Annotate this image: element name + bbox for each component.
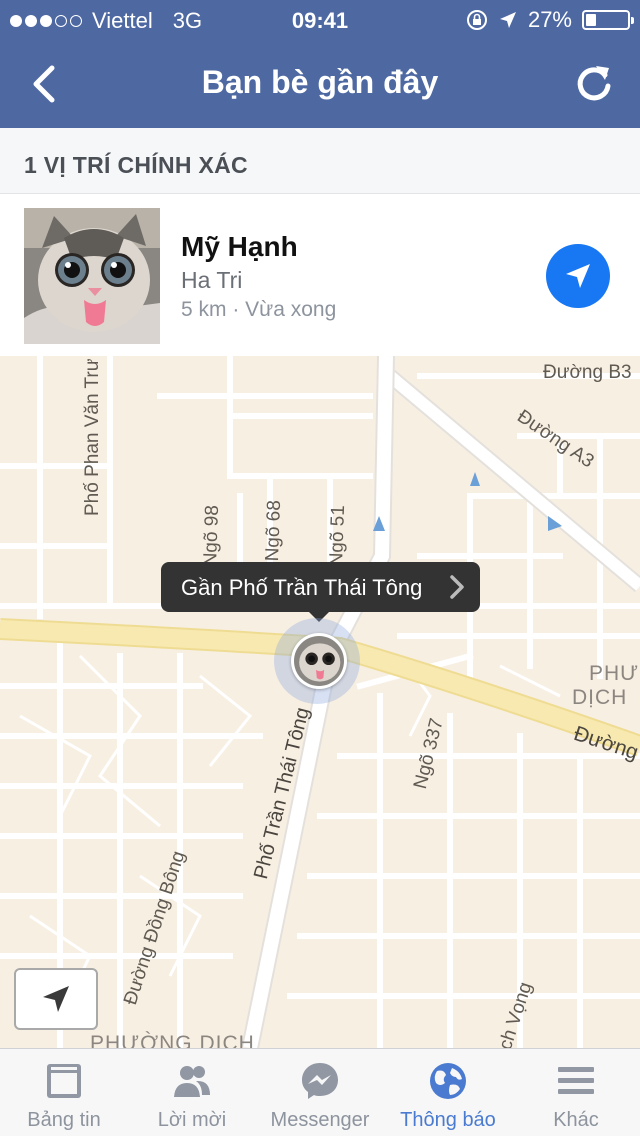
- battery-icon: [582, 10, 634, 30]
- messenger-icon: [302, 1063, 338, 1099]
- navigation-arrow-icon: [566, 264, 590, 288]
- chevron-right-icon: [450, 575, 464, 599]
- district-label-phu: PHƯ: [589, 662, 640, 685]
- refresh-button[interactable]: [572, 62, 616, 106]
- district-label-phuong-dich: PHƯỜNG DỊCH: [90, 1032, 255, 1048]
- tab-label: Messenger: [270, 1109, 370, 1131]
- friend-place: Ha Tri: [181, 267, 243, 293]
- battery-percent: 27%: [527, 7, 572, 32]
- street-label-ngo-98: Ngõ 98: [200, 504, 224, 567]
- avatar[interactable]: [24, 208, 160, 344]
- tab-label: Khác: [553, 1109, 599, 1131]
- tab-label: Thông báo: [400, 1109, 496, 1131]
- directions-button[interactable]: [546, 244, 610, 308]
- tab-label: Lời mời: [157, 1109, 227, 1131]
- tab-messenger[interactable]: Messenger: [256, 1049, 384, 1136]
- news-feed-icon: [47, 1064, 81, 1098]
- friend-name[interactable]: Mỹ Hạnh: [181, 231, 298, 263]
- street-label-ngo-51: Ngõ 51: [326, 504, 350, 567]
- friend-row[interactable]: Mỹ Hạnh Ha Tri 5 km · Vừa xong: [0, 195, 640, 355]
- my-location-button[interactable]: [14, 968, 98, 1030]
- friend-requests-icon: [174, 1066, 210, 1097]
- location-services-icon: [499, 12, 516, 28]
- street-label-b3: Đường B3: [543, 362, 632, 383]
- tab-friend-requests[interactable]: Lời mời: [128, 1049, 256, 1136]
- globe-icon: [430, 1063, 466, 1099]
- tab-label: Bảng tin: [27, 1109, 101, 1131]
- friend-map-pin[interactable]: [291, 633, 347, 689]
- location-arrow-icon: [43, 986, 69, 1012]
- status-right: 27%: [466, 7, 634, 33]
- tab-bar: Bảng tin Lời mời Messenger Thông báo Khá…: [0, 1048, 640, 1136]
- section-header: 1 VỊ TRÍ CHÍNH XÁC: [0, 128, 640, 194]
- top-header: Viettel 3G 09:41 27% Bạn bè gần đây: [0, 0, 640, 128]
- section-header-label: 1 VỊ TRÍ CHÍNH XÁC: [24, 152, 248, 178]
- map-view[interactable]: Phố Phan Văn Trư Đường B3 Đường A3 Ngõ 9…: [0, 356, 640, 1048]
- tab-more[interactable]: Khác: [512, 1049, 640, 1136]
- menu-icon: [558, 1067, 594, 1094]
- tab-news-feed[interactable]: Bảng tin: [0, 1049, 128, 1136]
- page-title: Bạn bè gần đây: [201, 64, 439, 100]
- street-label-ngo-68: Ngõ 68: [262, 499, 286, 562]
- status-bar: Viettel 3G 09:41 27%: [0, 0, 640, 40]
- street-label-phan-van-truong: Phố Phan Văn Trư: [82, 358, 103, 516]
- district-label-dich: DỊCH: [572, 686, 628, 709]
- orientation-lock-icon: [466, 10, 487, 30]
- location-callout[interactable]: Gần Phố Trần Thái Tông: [161, 562, 480, 622]
- friend-distance-time: 5 km · Vừa xong: [181, 298, 337, 321]
- location-callout-text: Gần Phố Trần Thái Tông: [181, 575, 423, 600]
- tab-notifications[interactable]: Thông báo: [384, 1049, 512, 1136]
- navigation-bar: Bạn bè gần đây: [0, 40, 640, 128]
